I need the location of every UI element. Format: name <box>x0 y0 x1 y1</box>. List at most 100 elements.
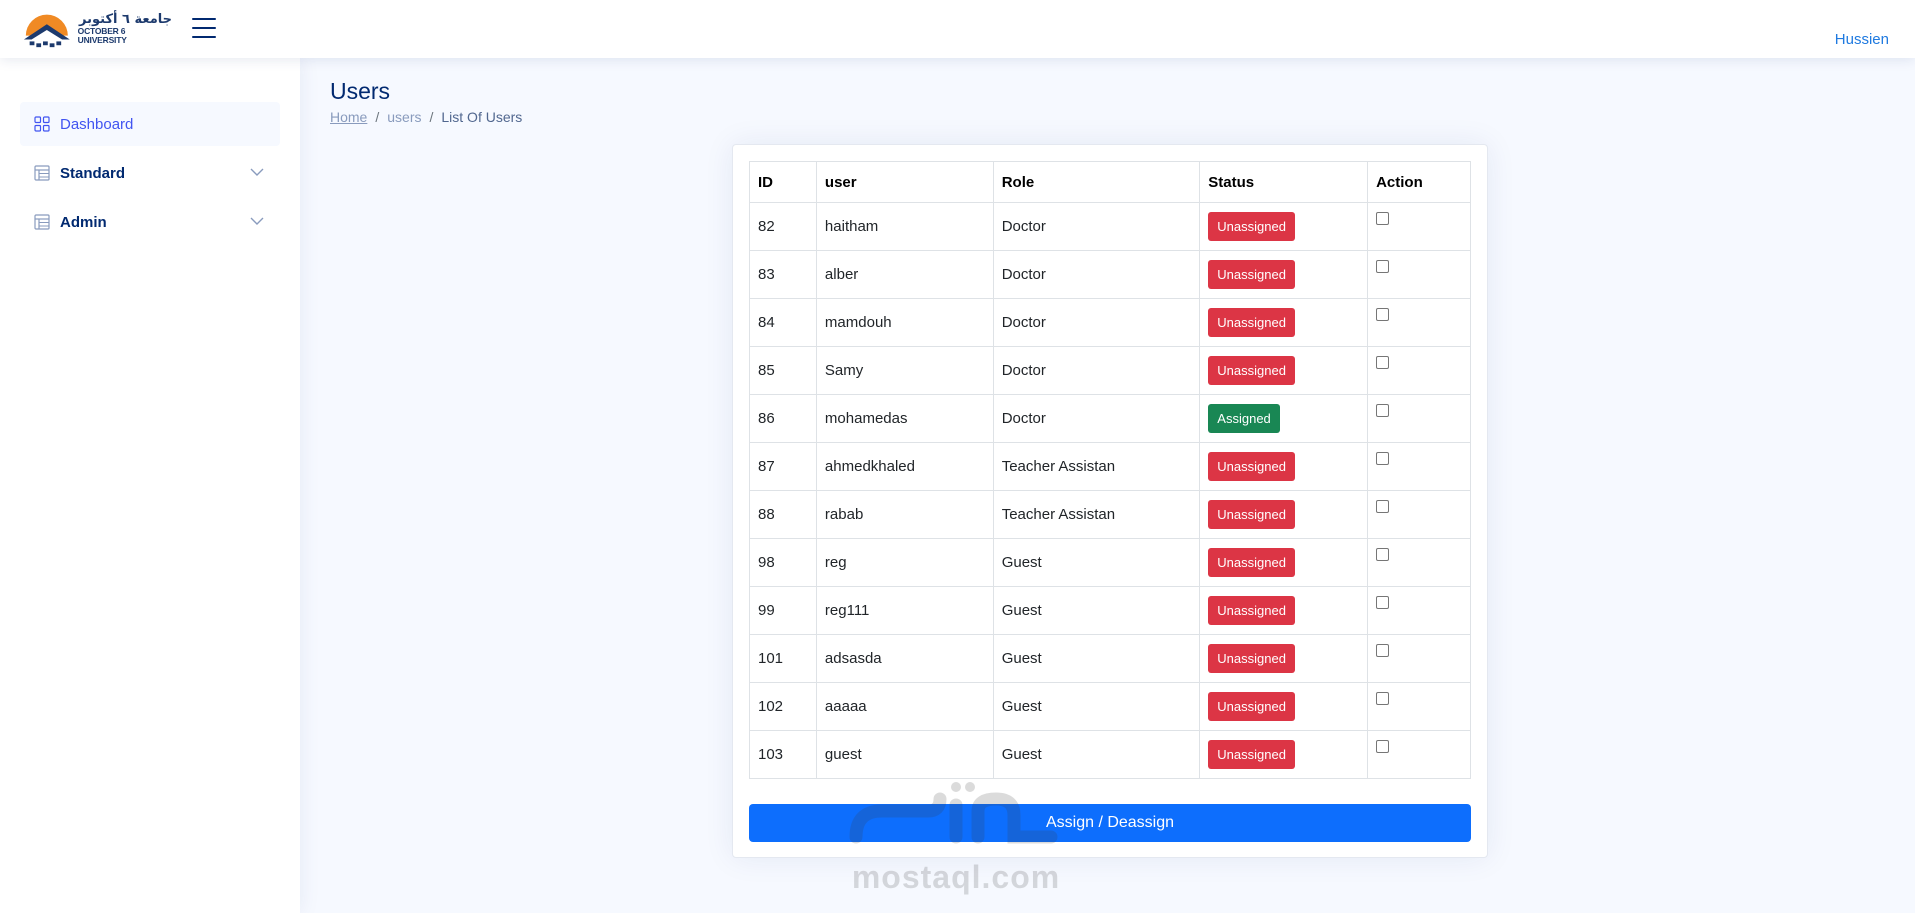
row-select-checkbox[interactable] <box>1376 260 1390 273</box>
table-row: 84 mamdouh Doctor Unassigned <box>749 298 1471 347</box>
sidebar-item-label: Standard <box>60 164 126 182</box>
assign-deassign-button[interactable]: Assign / Deassign <box>749 804 1471 842</box>
table-row: 102 aaaaa Guest Unassigned <box>749 682 1471 731</box>
cell-status: Unassigned <box>1199 442 1369 491</box>
cell-status: Unassigned <box>1199 682 1369 731</box>
top-header: جامعة ٦ أكتوبر OCTOBER 6 UNIVERSITY Huss… <box>0 0 1915 58</box>
cell-action <box>1367 586 1471 635</box>
cell-action <box>1367 250 1471 299</box>
cell-status: Assigned <box>1199 394 1369 443</box>
cell-id: 86 <box>749 394 817 443</box>
row-select-checkbox[interactable] <box>1376 212 1390 225</box>
status-badge: Unassigned <box>1208 452 1295 481</box>
table-row: 87 ahmedkhaled Teacher Assistan Unassigned <box>749 442 1471 491</box>
status-badge: Unassigned <box>1208 212 1295 241</box>
cell-id: 83 <box>749 250 817 299</box>
table-icon <box>34 165 50 181</box>
status-badge: Unassigned <box>1208 740 1295 769</box>
cell-action <box>1367 682 1471 731</box>
cell-status: Unassigned <box>1199 346 1369 395</box>
cell-user: ahmedkhaled <box>815 442 994 491</box>
table-row: 99 reg111 Guest Unassigned <box>749 586 1471 635</box>
status-badge: Assigned <box>1208 404 1280 433</box>
cell-action <box>1367 490 1471 539</box>
breadcrumb-users-link[interactable]: users <box>387 109 421 125</box>
logo-icon <box>23 14 70 48</box>
cell-action <box>1367 442 1471 491</box>
cell-role: Doctor <box>992 346 1201 395</box>
cell-id: 98 <box>749 538 817 587</box>
status-badge: Unassigned <box>1208 500 1295 529</box>
cell-action <box>1367 538 1471 587</box>
user-profile-link[interactable]: Hussien <box>1835 31 1889 48</box>
table-row: 101 adsasda Guest Unassigned <box>749 634 1471 683</box>
cell-role: Guest <box>992 538 1201 587</box>
row-select-checkbox[interactable] <box>1376 500 1390 513</box>
row-select-checkbox[interactable] <box>1376 596 1390 609</box>
row-select-checkbox[interactable] <box>1376 692 1390 705</box>
cell-role: Guest <box>992 586 1201 635</box>
row-select-checkbox[interactable] <box>1376 452 1390 465</box>
watermark-text: mostaql.com <box>851 859 1061 895</box>
column-header-role: Role <box>992 161 1201 203</box>
cell-role: Doctor <box>992 394 1201 443</box>
cell-user: rabab <box>815 490 994 539</box>
cell-user: aaaaa <box>815 682 994 731</box>
sidebar: Dashboard Standard Admin <box>0 58 300 913</box>
cell-role: Teacher Assistan <box>992 490 1201 539</box>
cell-action <box>1367 202 1471 251</box>
table-row: 98 reg Guest Unassigned <box>749 538 1471 587</box>
column-header-id: ID <box>749 161 817 203</box>
cell-id: 99 <box>749 586 817 635</box>
sidebar-item-label: Dashboard <box>60 115 134 133</box>
row-select-checkbox[interactable] <box>1376 356 1390 369</box>
users-table: ID user Role Status Action 82 haitham Doct… <box>749 161 1471 779</box>
status-badge: Unassigned <box>1208 260 1295 289</box>
cell-role: Guest <box>992 730 1201 779</box>
cell-id: 101 <box>749 634 817 683</box>
menu-toggle-icon[interactable] <box>192 18 216 40</box>
sidebar-item-standard[interactable]: Standard <box>20 151 280 195</box>
sidebar-item-dashboard[interactable]: Dashboard <box>20 102 280 146</box>
cell-action <box>1367 730 1471 779</box>
cell-role: Teacher Assistan <box>992 442 1201 491</box>
cell-user: adsasda <box>815 634 994 683</box>
row-select-checkbox[interactable] <box>1376 404 1390 417</box>
cell-user: alber <box>815 250 994 299</box>
row-select-checkbox[interactable] <box>1376 740 1390 753</box>
cell-role: Doctor <box>992 298 1201 347</box>
table-row: 86 mohamedas Doctor Assigned <box>749 394 1471 443</box>
row-select-checkbox[interactable] <box>1376 548 1390 561</box>
cell-role: Guest <box>992 634 1201 683</box>
status-badge: Unassigned <box>1208 548 1295 577</box>
cell-role: Doctor <box>992 202 1201 251</box>
breadcrumb-home-link[interactable]: Home <box>330 109 367 125</box>
breadcrumb: Home / users / List Of Users <box>330 109 522 125</box>
cell-id: 82 <box>749 202 817 251</box>
sidebar-item-admin[interactable]: Admin <box>20 200 280 244</box>
table-row: 85 Samy Doctor Unassigned <box>749 346 1471 395</box>
breadcrumb-separator: / <box>375 109 380 125</box>
cell-status: Unassigned <box>1199 490 1369 539</box>
cell-action <box>1367 298 1471 347</box>
table-icon <box>34 214 50 230</box>
row-select-checkbox[interactable] <box>1376 308 1390 321</box>
table-row: 82 haitham Doctor Unassigned <box>749 202 1471 251</box>
cell-user: guest <box>815 730 994 779</box>
logo-english-text: OCTOBER 6 UNIVERSITY <box>77 25 127 46</box>
table-row: 103 guest Guest Unassigned <box>749 730 1471 779</box>
cell-user: mohamedas <box>815 394 994 443</box>
cell-id: 85 <box>749 346 817 395</box>
chevron-down-icon <box>250 217 264 225</box>
cell-id: 87 <box>749 442 817 491</box>
column-header-user: user <box>815 161 994 203</box>
cell-id: 88 <box>749 490 817 539</box>
cell-user: mamdouh <box>815 298 994 347</box>
sidebar-item-label: Admin <box>60 213 107 231</box>
table-row: 83 alber Doctor Unassigned <box>749 250 1471 299</box>
row-select-checkbox[interactable] <box>1376 644 1390 657</box>
column-header-status: Status <box>1199 161 1369 203</box>
university-logo[interactable]: جامعة ٦ أكتوبر OCTOBER 6 UNIVERSITY <box>22 6 172 52</box>
cell-user: reg <box>815 538 994 587</box>
breadcrumb-separator: / <box>429 109 434 125</box>
